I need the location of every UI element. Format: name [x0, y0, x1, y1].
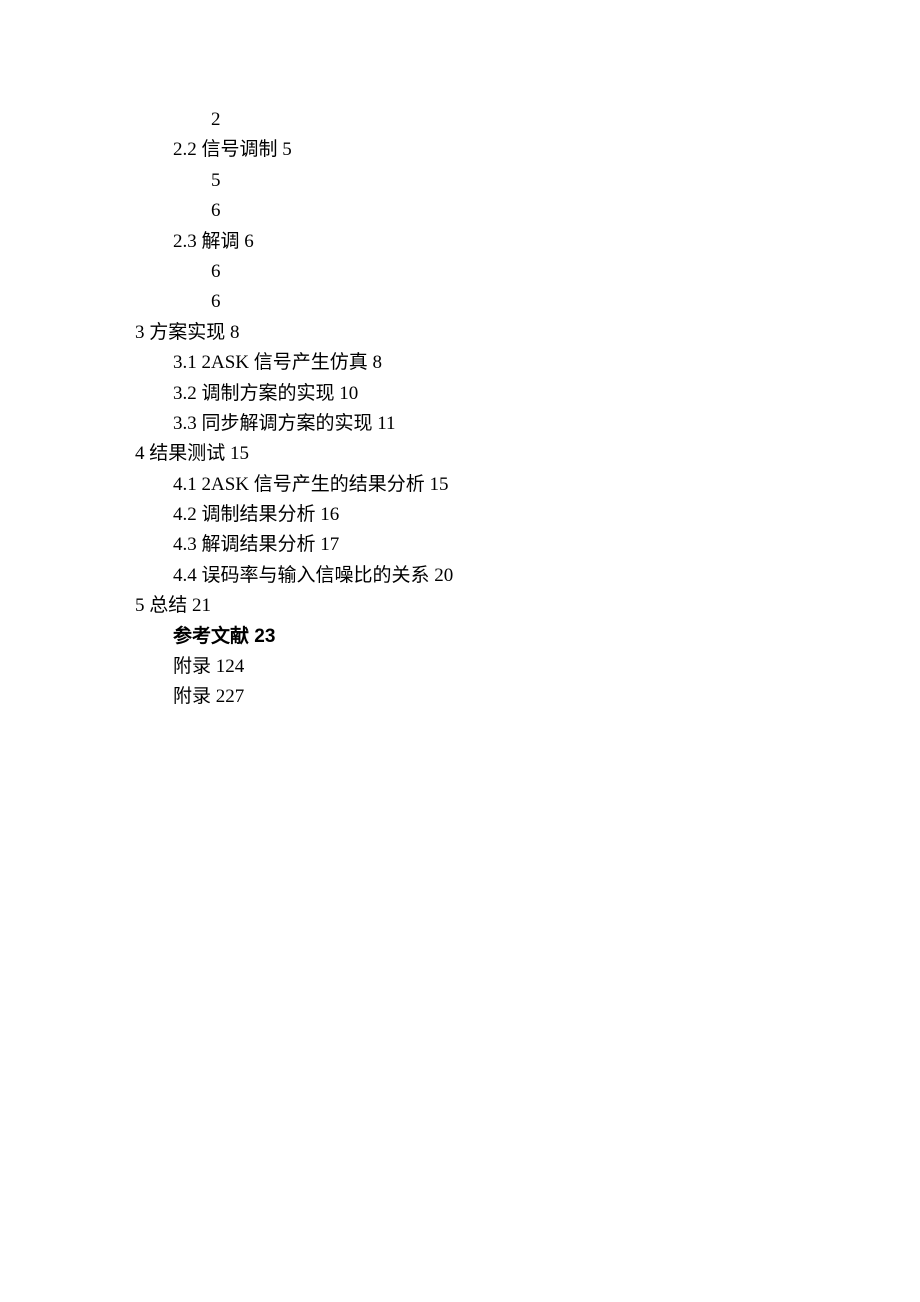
toc-line: 6	[135, 287, 800, 317]
toc-section-heading: 5 总结 21	[135, 591, 800, 621]
toc-section-heading: 3 方案实现 8	[135, 318, 800, 348]
toc-line: 3.1 2ASK 信号产生仿真 8	[135, 348, 800, 378]
toc-line: 3.3 同步解调方案的实现 11	[135, 409, 800, 439]
toc-line: 4.4 误码率与输入信噪比的关系 20	[135, 561, 800, 591]
toc-line: 4.2 调制结果分析 16	[135, 500, 800, 530]
toc-line: 4.1 2ASK 信号产生的结果分析 15	[135, 470, 800, 500]
toc-references-heading: 参考文献 23	[135, 622, 800, 652]
toc-section-heading: 4 结果测试 15	[135, 439, 800, 469]
toc-appendix-line: 附录 227	[135, 682, 800, 712]
toc-line: 5	[135, 166, 800, 196]
toc-line: 2.3 解调 6	[135, 227, 800, 257]
document-page: 2 2.2 信号调制 5 5 6 2.3 解调 6 6 6 3 方案实现 8 3…	[0, 0, 920, 713]
toc-line: 6	[135, 196, 800, 226]
toc-appendix-line: 附录 124	[135, 652, 800, 682]
toc-line: 2.2 信号调制 5	[135, 135, 800, 165]
toc-line: 3.2 调制方案的实现 10	[135, 379, 800, 409]
toc-line: 6	[135, 257, 800, 287]
toc-line: 2	[135, 105, 800, 135]
toc-line: 4.3 解调结果分析 17	[135, 530, 800, 560]
